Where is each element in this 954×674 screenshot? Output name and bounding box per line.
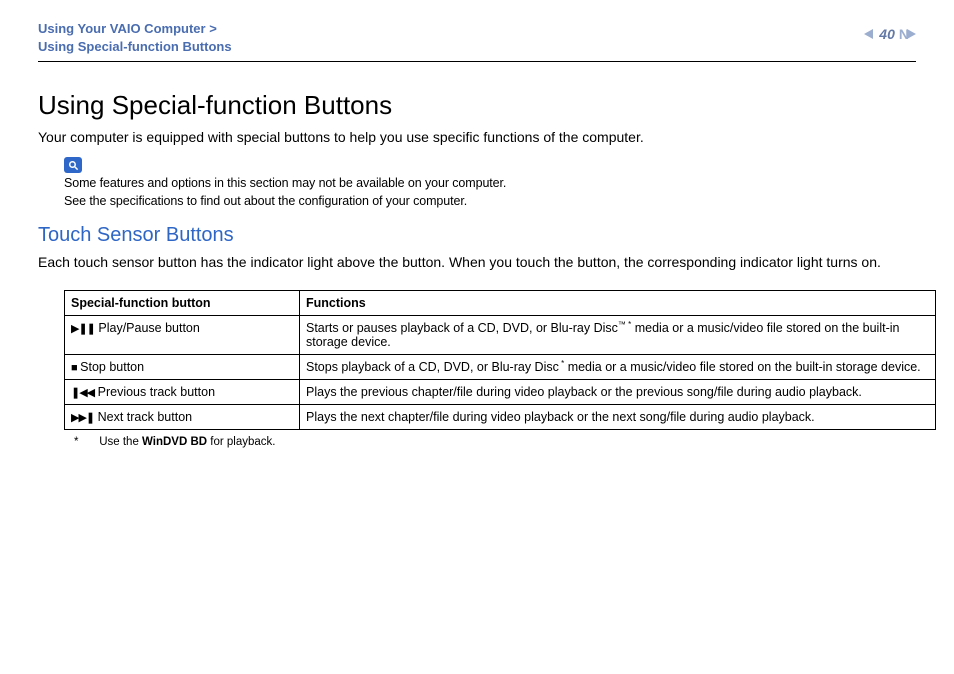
media-icon: ▶❚❚ bbox=[71, 323, 95, 335]
table-header-functions: Functions bbox=[300, 291, 936, 316]
button-cell: ▶▶❚ Next track button bbox=[65, 405, 300, 430]
button-label: Previous track button bbox=[94, 385, 215, 399]
search-icon bbox=[64, 157, 82, 173]
media-icon: ▶▶❚ bbox=[71, 412, 94, 424]
table-row: ▶▶❚ Next track buttonPlays the next chap… bbox=[65, 405, 936, 430]
table-row: ■ Stop buttonStops playback of a CD, DVD… bbox=[65, 355, 936, 380]
function-cell: Plays the previous chapter/file during v… bbox=[300, 380, 936, 405]
footnote-bold: WinDVD BD bbox=[142, 436, 207, 448]
page-title: Using Special-function Buttons bbox=[38, 90, 916, 121]
breadcrumb: Using Your VAIO Computer > Using Special… bbox=[38, 20, 232, 55]
footnote-star: * bbox=[74, 436, 96, 448]
note-block: Some features and options in this sectio… bbox=[64, 157, 916, 210]
table-row: ❚◀◀ Previous track buttonPlays the previ… bbox=[65, 380, 936, 405]
button-label: Play/Pause button bbox=[95, 321, 200, 335]
next-page-icon[interactable]: N bbox=[901, 26, 916, 42]
intro-text: Your computer is equipped with special b… bbox=[38, 129, 916, 145]
subheading: Touch Sensor Buttons bbox=[38, 224, 916, 247]
note-line-2: See the specifications to find out about… bbox=[64, 194, 467, 208]
breadcrumb-parent[interactable]: Using Your VAIO Computer bbox=[38, 21, 206, 36]
sub-intro: Each touch sensor button has the indicat… bbox=[38, 253, 916, 272]
page-header: Using Your VAIO Computer > Using Special… bbox=[38, 20, 916, 62]
footnote-post: for playback. bbox=[207, 436, 275, 448]
function-cell: Stops playback of a CD, DVD, or Blu-ray … bbox=[300, 355, 936, 380]
button-label: Stop button bbox=[77, 360, 144, 374]
function-cell: Plays the next chapter/file during video… bbox=[300, 405, 936, 430]
trademark-symbol: ™ bbox=[618, 320, 626, 329]
button-cell: ▶❚❚ Play/Pause button bbox=[65, 316, 300, 355]
button-label: Next track button bbox=[94, 410, 192, 424]
note-line-1: Some features and options in this sectio… bbox=[64, 176, 506, 190]
breadcrumb-separator: > bbox=[206, 21, 217, 36]
footnote: * Use the WinDVD BD for playback. bbox=[74, 436, 916, 448]
footnote-pre: Use the bbox=[99, 436, 142, 448]
table-header-button: Special-function button bbox=[65, 291, 300, 316]
table-row: ▶❚❚ Play/Pause buttonStarts or pauses pl… bbox=[65, 316, 936, 355]
prev-page-icon[interactable] bbox=[864, 29, 873, 39]
function-cell: Starts or pauses playback of a CD, DVD, … bbox=[300, 316, 936, 355]
media-icon: ❚◀◀ bbox=[71, 387, 94, 399]
button-cell: ■ Stop button bbox=[65, 355, 300, 380]
functions-table: Special-function button Functions ▶❚❚ Pl… bbox=[64, 290, 936, 430]
breadcrumb-current: Using Special-function Buttons bbox=[38, 39, 232, 54]
page-number: 40 bbox=[879, 26, 895, 42]
page-nav: 40 N bbox=[864, 20, 916, 42]
button-cell: ❚◀◀ Previous track button bbox=[65, 380, 300, 405]
